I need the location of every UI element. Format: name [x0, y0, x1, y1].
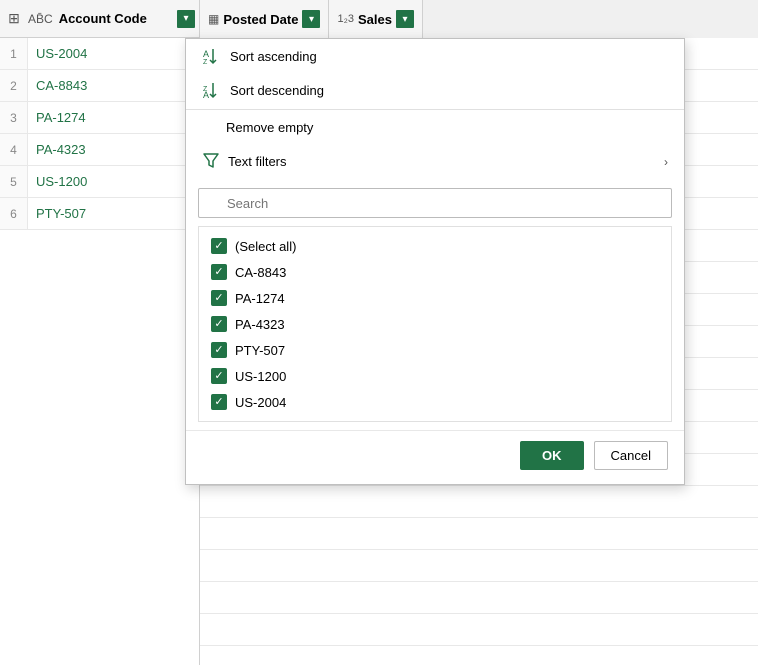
row-value: PA-4323 [28, 142, 86, 157]
checkbox-pa-4323[interactable]: ✓ PA-4323 [199, 311, 671, 337]
table-row: 6 PTY-507 [0, 198, 199, 230]
row-number: 6 [0, 198, 28, 229]
chevron-right-icon: › [664, 155, 668, 169]
remove-empty-item[interactable]: Remove empty [186, 112, 684, 143]
sales-header: 1₂3 Sales ▾ [329, 0, 423, 38]
checkbox-checked-icon: ✓ [211, 238, 227, 254]
sort-descending-label: Sort descending [230, 83, 324, 98]
row-number: 4 [0, 134, 28, 165]
sort-ascending-label: Sort ascending [230, 49, 317, 64]
svg-text:Z: Z [203, 59, 208, 65]
account-code-title: Account Code [59, 11, 173, 26]
row-value: PTY-507 [28, 206, 86, 221]
sales-dropdown-btn[interactable]: ▾ [396, 10, 414, 28]
table-row: 2 CA-8843 [0, 70, 199, 102]
posted-date-dropdown-btn[interactable]: ▾ [302, 10, 320, 28]
text-type-icon: AB̄C [28, 12, 53, 26]
checkbox-us-1200[interactable]: ✓ US-1200 [199, 363, 671, 389]
table-row: 3 PA-1274 [0, 102, 199, 134]
row-number: 1 [0, 38, 28, 69]
sort-descending-item[interactable]: Z A Sort descending [186, 73, 684, 107]
grid-icon: ⊞ [4, 9, 24, 29]
row-number: 5 [0, 166, 28, 197]
svg-text:A: A [203, 90, 209, 99]
table-row: 1 US-2004 [0, 38, 199, 70]
cancel-button[interactable]: Cancel [594, 441, 668, 470]
checkbox-ca-8843[interactable]: ✓ CA-8843 [199, 259, 671, 285]
checkbox-checked-icon: ✓ [211, 342, 227, 358]
table-row: 4 PA-4323 [0, 134, 199, 166]
checkbox-checked-icon: ✓ [211, 264, 227, 280]
checkbox-list: ✓ (Select all) ✓ CA-8843 ✓ PA-1274 ✓ PA-… [198, 226, 672, 422]
sort-ascending-item[interactable]: A Z Sort ascending [186, 39, 684, 73]
number-icon: 1₂3 [337, 13, 354, 25]
account-code-dropdown-btn[interactable]: ▾ [177, 10, 195, 28]
row-number: 3 [0, 102, 28, 133]
checkbox-label: CA-8843 [235, 265, 286, 280]
filter-dropdown-panel: A Z Sort ascending Z A Sort descending R… [185, 38, 685, 485]
checkbox-label: (Select all) [235, 239, 296, 254]
ok-button[interactable]: OK [520, 441, 584, 470]
posted-date-title: Posted Date [223, 12, 298, 27]
checkbox-us-2004[interactable]: ✓ US-2004 [199, 389, 671, 415]
search-input[interactable] [198, 188, 672, 218]
search-container: 🔍 [198, 188, 672, 218]
row-value: PA-1274 [28, 110, 86, 125]
account-code-header: ⊞ AB̄C Account Code ▾ [0, 0, 199, 38]
checkbox-label: PA-4323 [235, 317, 285, 332]
checkbox-checked-icon: ✓ [211, 394, 227, 410]
filter-icon [202, 151, 220, 172]
divider-1 [186, 109, 684, 110]
search-wrap: 🔍 [186, 180, 684, 226]
checkbox-pa-1274[interactable]: ✓ PA-1274 [199, 285, 671, 311]
row-value: CA-8843 [28, 78, 87, 93]
row-value: US-1200 [28, 174, 87, 189]
checkbox-checked-icon: ✓ [211, 290, 227, 306]
row-number: 2 [0, 70, 28, 101]
calendar-icon: ▦ [208, 12, 219, 26]
table-area: ⊞ AB̄C Account Code ▾ 1 US-2004 2 CA-884… [0, 0, 200, 665]
sales-title: Sales [358, 12, 392, 27]
checkbox-checked-icon: ✓ [211, 316, 227, 332]
checkbox-pty-507[interactable]: ✓ PTY-507 [199, 337, 671, 363]
checkbox-checked-icon: ✓ [211, 368, 227, 384]
checkbox-select-all[interactable]: ✓ (Select all) [199, 233, 671, 259]
posted-date-header: ▦ Posted Date ▾ [200, 0, 329, 38]
text-filters-label: Text filters [228, 154, 287, 169]
checkbox-label: PTY-507 [235, 343, 285, 358]
checkbox-label: US-2004 [235, 395, 286, 410]
sort-descending-icon: Z A [202, 81, 222, 99]
other-headers: ▦ Posted Date ▾ 1₂3 Sales ▾ [200, 0, 423, 38]
row-value: US-2004 [28, 46, 87, 61]
svg-text:A: A [203, 49, 209, 59]
sort-ascending-icon: A Z [202, 47, 222, 65]
table-row: 5 US-1200 [0, 166, 199, 198]
text-filters-item[interactable]: Text filters › [186, 143, 684, 180]
remove-empty-label: Remove empty [226, 120, 313, 135]
checkbox-label: US-1200 [235, 369, 286, 384]
checkbox-label: PA-1274 [235, 291, 285, 306]
panel-footer: OK Cancel [186, 430, 684, 484]
